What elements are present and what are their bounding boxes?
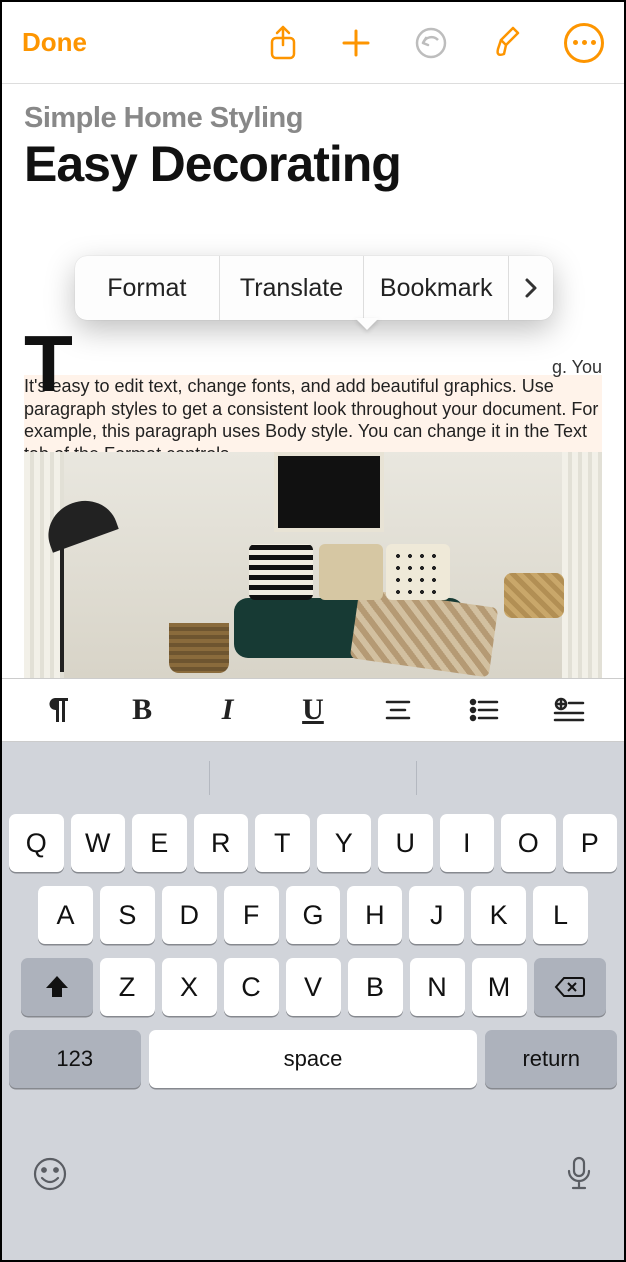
key-h[interactable]: H — [347, 886, 402, 944]
key-j[interactable]: J — [409, 886, 464, 944]
key-s[interactable]: S — [100, 886, 155, 944]
key-z[interactable]: Z — [100, 958, 155, 1016]
undo-icon[interactable] — [414, 26, 448, 60]
prediction-separator — [416, 761, 417, 795]
key-row-2: A S D F G H J K L — [2, 886, 624, 944]
key-l[interactable]: L — [533, 886, 588, 944]
key-row-4: 123 space return — [2, 1030, 624, 1088]
space-key[interactable]: space — [149, 1030, 478, 1088]
popover-more-icon[interactable] — [509, 256, 553, 320]
toolbar-actions — [268, 23, 604, 63]
text-fragment-right: g. You — [552, 357, 602, 378]
prediction-bar — [2, 742, 624, 814]
popover-format[interactable]: Format — [75, 256, 220, 320]
insert-icon[interactable] — [547, 697, 591, 723]
more-icon[interactable] — [564, 23, 604, 63]
context-menu-popover: Format Translate Bookmark — [75, 256, 553, 320]
key-m[interactable]: M — [472, 958, 527, 1016]
key-u[interactable]: U — [378, 814, 433, 872]
document-image[interactable] — [24, 452, 602, 678]
italic-button[interactable]: I — [206, 693, 250, 727]
shift-key[interactable] — [21, 958, 93, 1016]
numbers-key[interactable]: 123 — [9, 1030, 141, 1088]
underline-button[interactable]: U — [291, 693, 335, 727]
key-i[interactable]: I — [440, 814, 495, 872]
done-button[interactable]: Done — [22, 27, 87, 58]
backspace-key[interactable] — [534, 958, 606, 1016]
key-y[interactable]: Y — [317, 814, 372, 872]
align-icon[interactable] — [376, 698, 420, 722]
format-bar: B I U — [2, 678, 624, 742]
key-w[interactable]: W — [71, 814, 126, 872]
key-f[interactable]: F — [224, 886, 279, 944]
key-a[interactable]: A — [38, 886, 93, 944]
paragraph-style-icon[interactable] — [35, 695, 79, 725]
key-row-3: Z X C V B N M — [2, 958, 624, 1016]
doc-subtitle[interactable]: Simple Home Styling — [24, 102, 602, 135]
emoji-icon[interactable] — [32, 1156, 68, 1192]
dropcap[interactable]: T — [24, 324, 73, 404]
keyboard: Q W E R T Y U I O P A S D F G H J K L Z … — [2, 742, 624, 1260]
prediction-separator — [209, 761, 210, 795]
key-q[interactable]: Q — [9, 814, 64, 872]
doc-title[interactable]: Easy Decorating — [24, 135, 602, 193]
key-n[interactable]: N — [410, 958, 465, 1016]
key-r[interactable]: R — [194, 814, 249, 872]
top-toolbar: Done — [2, 2, 624, 84]
key-e[interactable]: E — [132, 814, 187, 872]
key-g[interactable]: G — [286, 886, 341, 944]
key-b[interactable]: B — [348, 958, 403, 1016]
popover-bookmark[interactable]: Bookmark — [364, 256, 509, 320]
key-x[interactable]: X — [162, 958, 217, 1016]
popover-translate[interactable]: Translate — [220, 256, 365, 320]
paintbrush-icon[interactable] — [490, 25, 522, 61]
bold-button[interactable]: B — [120, 693, 164, 727]
keyboard-bottom-row — [2, 1102, 624, 1260]
key-t[interactable]: T — [255, 814, 310, 872]
plus-icon[interactable] — [340, 27, 372, 59]
dictation-icon[interactable] — [564, 1155, 594, 1193]
key-o[interactable]: O — [501, 814, 556, 872]
key-p[interactable]: P — [563, 814, 618, 872]
key-c[interactable]: C — [224, 958, 279, 1016]
key-row-1: Q W E R T Y U I O P — [2, 814, 624, 872]
key-v[interactable]: V — [286, 958, 341, 1016]
list-icon[interactable] — [462, 698, 506, 722]
key-k[interactable]: K — [471, 886, 526, 944]
return-key[interactable]: return — [485, 1030, 617, 1088]
key-d[interactable]: D — [162, 886, 217, 944]
share-icon[interactable] — [268, 25, 298, 61]
